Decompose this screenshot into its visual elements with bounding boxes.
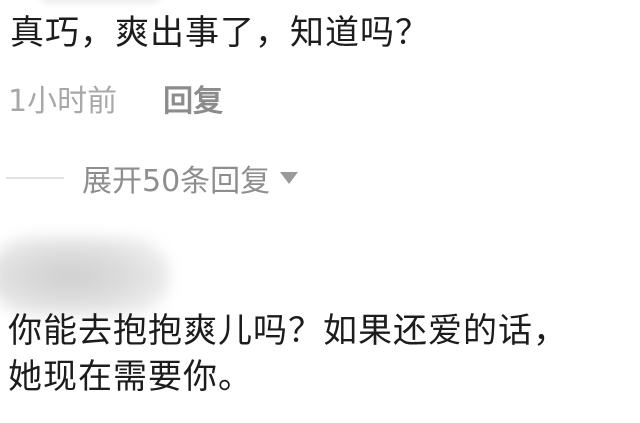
second-comment-text: 你能去抱抱爽儿吗？如果还爱的话， 她现在需要你。	[8, 308, 634, 400]
comment-page: 真巧，爽出事了，知道吗？ 1小时前 回复 展开50条回复 你能去抱抱爽儿吗？如果…	[0, 0, 640, 423]
expand-replies-label: 展开50条回复	[82, 164, 271, 199]
comment-text: 真巧，爽出事了，知道吗？	[10, 13, 430, 53]
divider-line	[6, 177, 64, 179]
reply-button[interactable]: 回复	[163, 76, 223, 120]
second-comment-line-2: 她现在需要你。	[8, 357, 253, 397]
expand-replies-button[interactable]: 展开50条回复	[82, 156, 299, 200]
comment-meta: 1小时前 回复	[8, 76, 223, 120]
second-comment-line-1: 你能去抱抱爽儿吗？如果还爱的话，	[8, 311, 568, 351]
blurred-username	[40, 0, 160, 4]
blurred-avatar	[0, 236, 170, 316]
expand-replies-row: 展开50条回复	[6, 156, 299, 200]
triangle-down-icon	[280, 172, 299, 184]
comment-time: 1小时前	[8, 84, 118, 119]
